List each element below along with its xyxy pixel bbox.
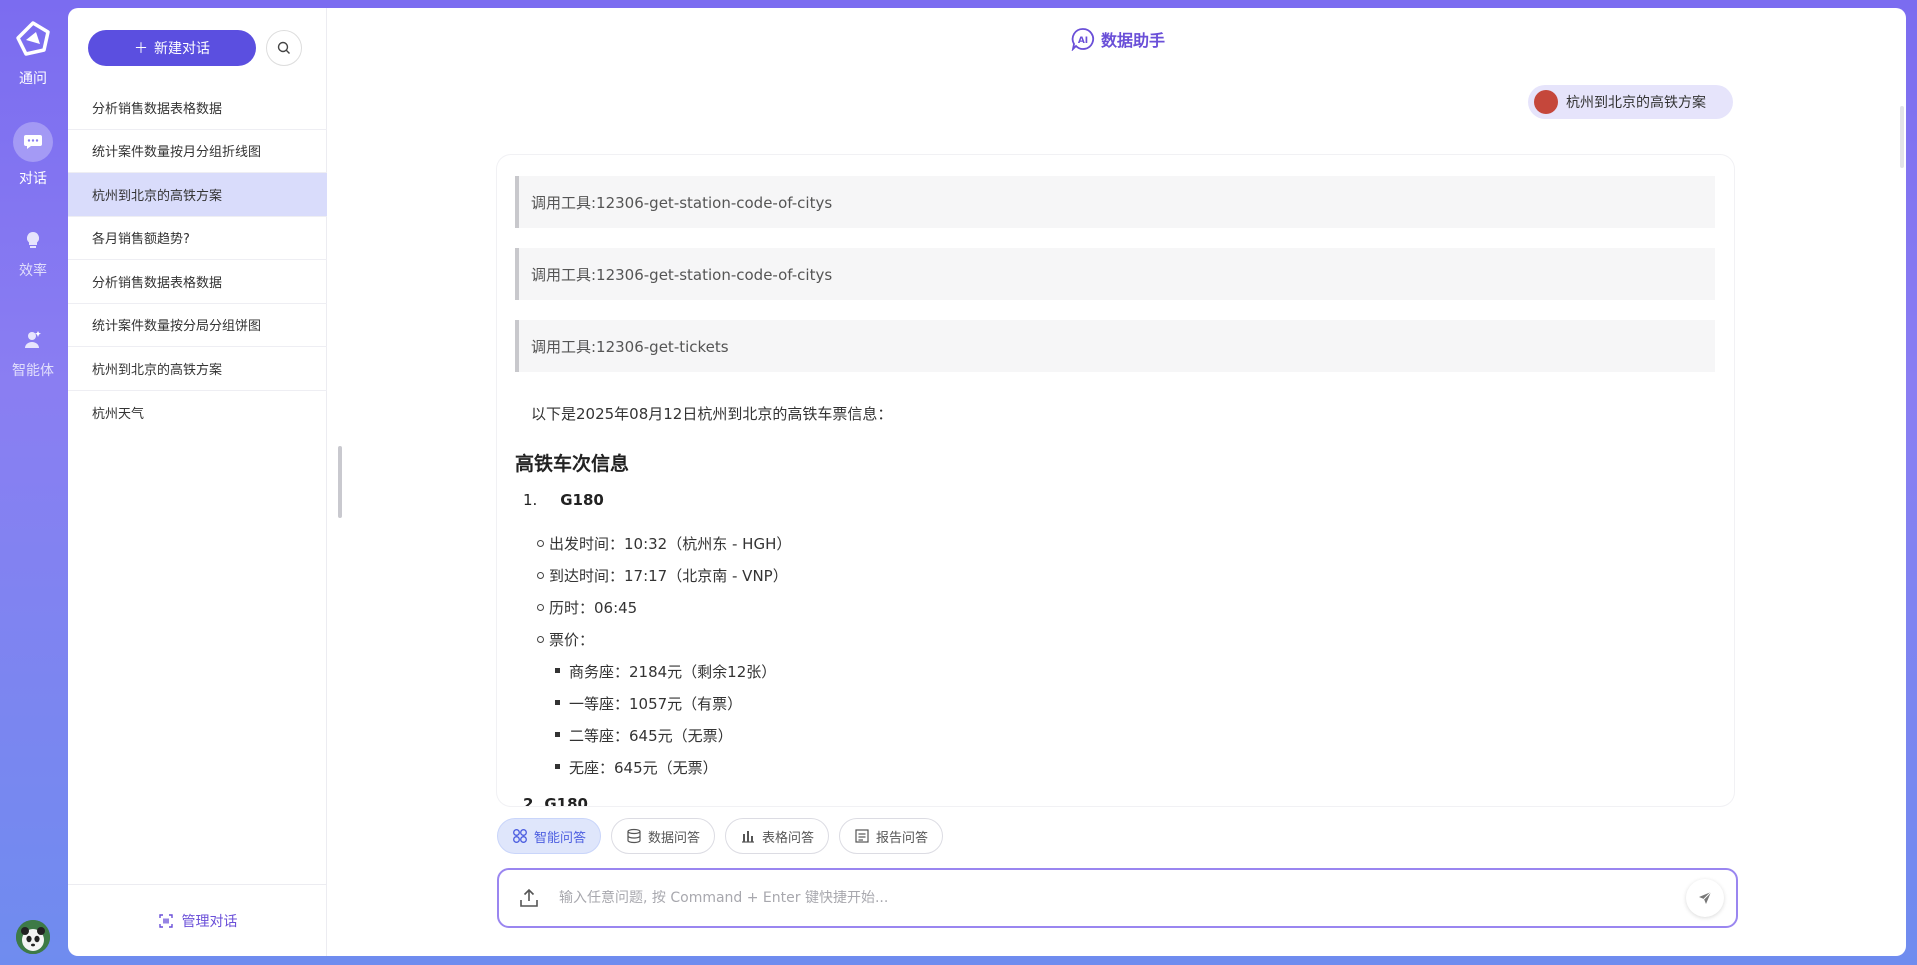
smart-qa-icon [513,829,527,843]
conversation-sidebar: ＋ 新建对话 分析销售数据表格数据 统计案件数量按月分组折线图 杭州到北京的高铁… [68,8,327,956]
bulb-icon [26,231,40,248]
ai-icon: AI [1071,28,1095,51]
conversation-list: 分析销售数据表格数据 统计案件数量按月分组折线图 杭州到北京的高铁方案 各月销售… [68,86,327,434]
app-rail: 通问 对话 效率 智能体 [0,0,66,965]
agent-icon [25,331,41,348]
sidebar-resize-handle[interactable] [338,446,342,518]
train-detail: 历时：06:45 [536,599,638,617]
mode-chip-label: 数据问答 [648,830,701,846]
user-avatar[interactable] [16,920,50,954]
conversation-item[interactable]: 统计案件数量按月分组折线图 [68,130,327,173]
answer-heading: 高铁车次信息 [515,453,630,475]
search-button[interactable] [266,30,302,66]
mode-chip-smart[interactable]: 智能问答 [497,818,602,854]
price-item: 一等座：1057元（有票） [554,695,743,713]
main-panel: ＋ 新建对话 分析销售数据表格数据 统计案件数量按月分组折线图 杭州到北京的高铁… [68,8,1906,956]
answer-card: 调用工具:12306-get-station-code-of-citys 调用工… [497,155,1734,806]
conversation-item-active[interactable]: 杭州到北京的高铁方案 [68,173,327,217]
rail-efficiency-label: 效率 [19,263,47,279]
manage-conversations-button[interactable]: 管理对话 [68,884,327,956]
conversation-item[interactable]: 分析销售数据表格数据 [68,86,327,130]
train-detail: 到达时间：17:17（北京南 - VNP） [537,567,788,585]
mode-chip-label: 表格问答 [762,830,815,846]
tool-call: 调用工具:12306-get-station-code-of-citys [515,248,1715,300]
train-item: 1. G180 [523,491,604,509]
conversation-item[interactable]: 杭州天气 [68,391,327,435]
svg-text:AI: AI [1078,36,1088,46]
user-message-avatar [1534,90,1558,114]
conversation-item[interactable]: 各月销售额趋势? [68,217,327,260]
chat-icon [13,122,53,162]
manage-icon [158,913,173,928]
rail-logo[interactable]: 通问 [0,20,66,88]
train-number: 1. [523,491,538,509]
rail-efficiency[interactable]: 效率 [0,230,66,280]
send-icon [1699,891,1712,904]
conversation-item[interactable]: 杭州到北京的高铁方案 [68,347,327,391]
user-message: 杭州到北京的高铁方案 [1528,85,1733,119]
title-text: 数据助手 [1101,31,1166,50]
train-detail: 票价： [536,631,595,649]
mode-chip-table[interactable]: 表格问答 [725,818,830,854]
price-item: 二等座：645元（无票） [555,727,733,745]
logo-icon [16,21,50,56]
rail-chat[interactable]: 对话 [0,122,66,188]
rail-agent[interactable]: 智能体 [0,330,66,380]
mode-chips: 智能问答 数据问答 表格问答 报告问答 [497,818,944,854]
database-icon [627,828,641,844]
mode-chip-label: 报告问答 [876,830,929,846]
train-item-partial: 2. G180 [523,795,588,806]
send-button[interactable] [1686,879,1724,917]
conversation-item[interactable]: 统计案件数量按分局分组饼图 [68,304,327,347]
rail-logo-label: 通问 [19,71,47,87]
plus-icon: ＋ [134,41,148,57]
mode-chip-report[interactable]: 报告问答 [839,818,944,854]
train-code: G180 [560,491,604,509]
user-message-text: 杭州到北京的高铁方案 [1566,95,1706,111]
conversation-item[interactable]: 分析销售数据表格数据 [68,260,327,304]
tool-call: 调用工具:12306-get-tickets [515,320,1715,372]
rail-agent-label: 智能体 [12,363,54,379]
manage-label: 管理对话 [181,913,238,930]
upload-icon [520,888,538,907]
report-icon [855,829,869,843]
price-item: 商务座：2184元（剩余12张） [554,663,777,681]
answer-intro: 以下是2025年08月12日杭州到北京的高铁车票信息： [531,405,893,423]
chat-input-box [497,868,1738,928]
chat-scrollbar[interactable] [1900,106,1904,168]
train-detail: 出发时间：10:32（杭州东 - HGH） [536,535,792,553]
mode-chip-data[interactable]: 数据问答 [611,818,716,854]
new-chat-label: 新建对话 [154,41,210,57]
rail-chat-label: 对话 [19,171,47,187]
price-item: 无座：645元（无票） [555,759,718,777]
tool-call: 调用工具:12306-get-station-code-of-citys [515,176,1715,228]
page-title: AI 数据助手 [1071,26,1165,52]
mode-chip-label: 智能问答 [534,830,587,846]
bar-chart-icon [742,831,755,843]
search-icon [277,41,290,54]
chat-input[interactable] [559,890,1686,906]
upload-button[interactable] [499,887,559,909]
new-chat-button[interactable]: ＋ 新建对话 [88,30,256,66]
